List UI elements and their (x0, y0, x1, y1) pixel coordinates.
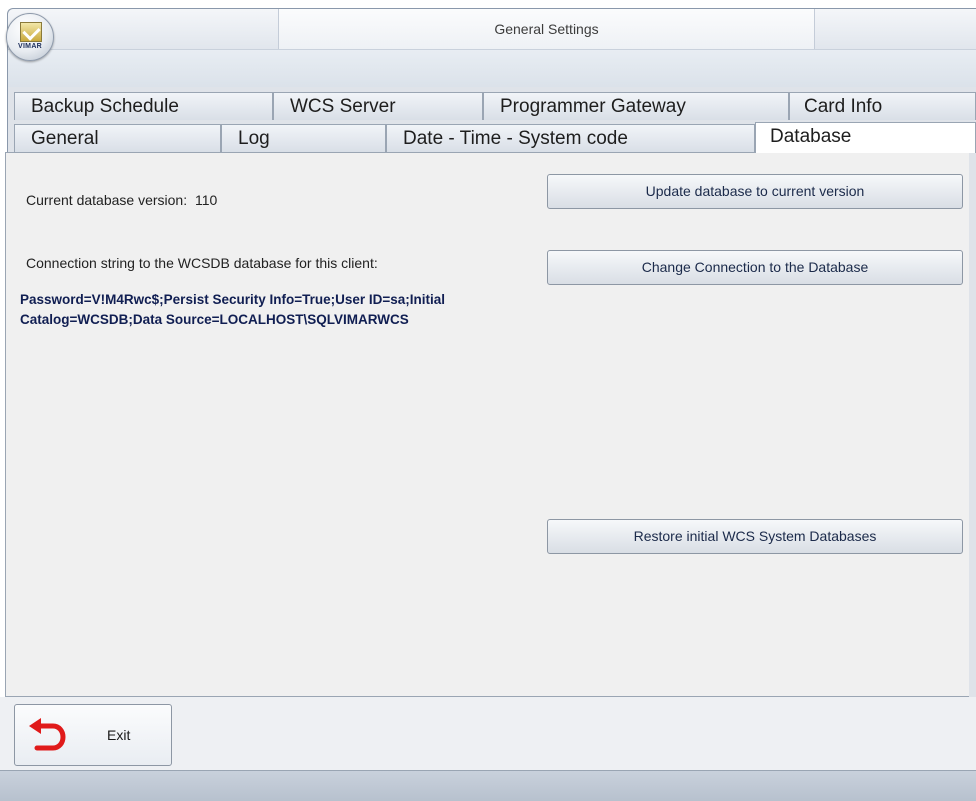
db-version-line: Current database version: 110 (26, 192, 217, 208)
vimar-logo-icon (20, 22, 42, 42)
exit-label: Exit (107, 727, 131, 743)
tab-label: Card Info (804, 96, 883, 117)
app-logo[interactable]: VIMAR (6, 13, 54, 61)
title-tab: General Settings (278, 9, 815, 49)
tab-label: General (31, 128, 99, 149)
tab-programmer-gateway[interactable]: Programmer Gateway (483, 92, 789, 120)
connection-string-value: Password=V!M4Rwc$;Persist Security Info=… (20, 292, 446, 327)
tab-date-time-system-code[interactable]: Date - Time - System code (386, 124, 755, 152)
tab-card-info[interactable]: Card Info (789, 92, 976, 120)
tab-label: Programmer Gateway (500, 96, 686, 117)
exit-button[interactable]: Exit (14, 704, 172, 766)
logo-text: VIMAR (17, 43, 43, 50)
db-version-value: 110 (194, 192, 218, 208)
database-panel (5, 152, 969, 697)
tab-general[interactable]: General (14, 124, 221, 152)
window-title: General Settings (494, 21, 599, 37)
tab-label: WCS Server (290, 96, 396, 117)
change-connection-button[interactable]: Change Connection to the Database (547, 250, 963, 285)
update-database-button[interactable]: Update database to current version (547, 174, 963, 209)
tab-label: Log (238, 128, 270, 149)
status-bar (0, 770, 976, 801)
title-bar: General Settings (8, 9, 976, 49)
tab-log[interactable]: Log (221, 124, 386, 152)
restore-databases-button[interactable]: Restore initial WCS System Databases (547, 519, 963, 554)
tab-label: Backup Schedule (31, 96, 179, 117)
db-version-label: Current database version: (26, 192, 188, 208)
tab-backup-schedule[interactable]: Backup Schedule (14, 92, 273, 120)
connection-string-label: Connection string to the WCSDB database … (26, 255, 378, 271)
tab-database[interactable]: Database (755, 122, 976, 153)
undo-arrow-icon (29, 718, 66, 751)
tab-label: Date - Time - System code (403, 128, 628, 149)
tab-label: Database (770, 126, 852, 147)
tab-wcs-server[interactable]: WCS Server (273, 92, 483, 120)
ribbon-strip (8, 49, 976, 87)
